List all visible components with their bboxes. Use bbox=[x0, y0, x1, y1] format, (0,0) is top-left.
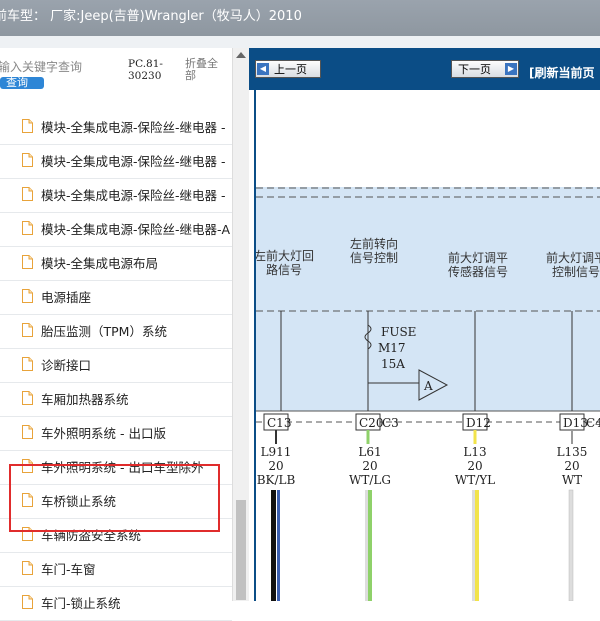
window-title: 前车型： 厂家:Jeep(吉普)Wrangler（牧马人）2010 bbox=[0, 9, 302, 24]
wire-white bbox=[472, 490, 475, 601]
highlight-box bbox=[9, 464, 220, 532]
query-button[interactable]: 查询 bbox=[0, 77, 44, 89]
signal-label: 信号控制 bbox=[350, 251, 398, 265]
signal-label: 左前大灯回 bbox=[256, 248, 314, 263]
wiring-diagram: 左前大灯回 路信号 左前转向 信号控制 前大灯调平 传感器信号 前大灯调平 控制… bbox=[254, 90, 600, 601]
tree-item[interactable]: 车门-车窗 bbox=[0, 552, 232, 587]
wire-color: WT/YL bbox=[455, 473, 495, 487]
signal-label: 路信号 bbox=[266, 262, 302, 277]
title-separator bbox=[0, 36, 600, 48]
tree-item[interactable]: 车门-锁止系统 bbox=[0, 586, 232, 621]
left-scrollbar[interactable] bbox=[232, 48, 249, 601]
tree-item-label: 模块-全集成电源-保险丝-继电器 - bbox=[41, 154, 226, 169]
arrow-right-icon: ▶ bbox=[505, 63, 517, 75]
fuse-id: M17 bbox=[378, 341, 406, 355]
tree-item-label: 电源插座 bbox=[41, 290, 92, 305]
wire-color: WT bbox=[562, 473, 582, 487]
signal-label: 前大灯调平 bbox=[546, 250, 600, 265]
wire-lightgreen bbox=[368, 490, 372, 601]
refresh-page-link[interactable]: [刷新当前页 bbox=[529, 64, 595, 81]
tree-item[interactable]: 模块-全集成电源布局 bbox=[0, 246, 232, 281]
tree-item-label: 车外照明系统 - 出口版 bbox=[41, 426, 166, 441]
wire-gauge: 20 bbox=[564, 459, 579, 473]
document-icon bbox=[22, 187, 33, 201]
wire-circuit: L135 bbox=[557, 445, 588, 459]
search-input[interactable]: 输入关键字查询 bbox=[0, 58, 82, 75]
tree-item-label: 模块-全集成电源-保险丝-继电器 - bbox=[41, 120, 226, 135]
tree-item[interactable]: 模块-全集成电源-保险丝-继电器 - bbox=[0, 144, 232, 179]
diagram-pane: ◀ 上一页 下一页 ▶ [刷新当前页 左前大灯回 路信号 左前转向 信号控制 前… bbox=[249, 48, 600, 601]
signal-label: 控制信号 bbox=[552, 265, 600, 279]
tree-item-label: 模块-全集成电源布局 bbox=[41, 256, 159, 271]
wire-color: WT/LG bbox=[349, 473, 391, 487]
tree-item[interactable]: 模块-全集成电源-保险丝-继电器 - bbox=[0, 110, 232, 145]
document-icon bbox=[22, 357, 33, 371]
connector-label: C20 bbox=[359, 416, 383, 430]
prev-page-label: 上一页 bbox=[274, 63, 307, 76]
tree-item-label: 车门-车窗 bbox=[41, 562, 96, 577]
wire-gauge: 20 bbox=[362, 459, 377, 473]
tree-item[interactable]: 胎压监测（TPM）系统 bbox=[0, 314, 232, 349]
signal-label: 左前转向 bbox=[350, 236, 398, 251]
wire-yellow bbox=[475, 490, 479, 601]
document-icon bbox=[22, 323, 33, 337]
tree-item[interactable]: 诊断接口 bbox=[0, 348, 232, 383]
tree-item[interactable]: 车外照明系统 - 出口版 bbox=[0, 416, 232, 451]
tree-item-label: 诊断接口 bbox=[41, 358, 92, 373]
search-row: 输入关键字查询 查询 PC.81-30230 折叠全部 bbox=[0, 48, 232, 92]
document-icon bbox=[22, 391, 33, 405]
tree-item[interactable]: 模块-全集成电源-保险丝-继电器 - bbox=[0, 178, 232, 213]
scroll-thumb[interactable] bbox=[236, 500, 246, 600]
pc-code: PC.81-30230 bbox=[128, 58, 163, 82]
document-icon bbox=[22, 153, 33, 167]
wire-color: BK/LB bbox=[257, 473, 296, 487]
wire-circuit: L13 bbox=[463, 445, 486, 459]
wire-gauge: 20 bbox=[467, 459, 482, 473]
buffer-label: A bbox=[423, 379, 433, 393]
tree-item[interactable]: 车厢加热器系统 bbox=[0, 382, 232, 417]
tree-item-label: 模块-全集成电源-保险丝-继电器-A bbox=[41, 222, 231, 237]
wire-circuit: L61 bbox=[358, 445, 381, 459]
window-title-bar: 前车型： 厂家:Jeep(吉普)Wrangler（牧马人）2010 bbox=[0, 0, 600, 36]
next-page-button[interactable]: 下一页 ▶ bbox=[451, 60, 519, 78]
connector-label: C3 bbox=[382, 416, 399, 430]
scroll-up-arrow-icon[interactable] bbox=[236, 52, 246, 58]
tree-item-label: 胎压监测（TPM）系统 bbox=[41, 324, 167, 339]
tree-item[interactable]: 电源插座 bbox=[0, 280, 232, 315]
wiring-diagram-canvas: 左前大灯回 路信号 左前转向 信号控制 前大灯调平 传感器信号 前大灯调平 控制… bbox=[256, 187, 600, 601]
next-page-label: 下一页 bbox=[458, 63, 491, 76]
wire-black bbox=[271, 490, 276, 601]
connector-label: C13 bbox=[267, 416, 291, 430]
arrow-left-icon: ◀ bbox=[257, 63, 269, 75]
wire-lightblue-stripe bbox=[277, 490, 280, 601]
connector-label: D12 bbox=[466, 416, 491, 430]
document-icon bbox=[22, 425, 33, 439]
wire-white bbox=[568, 489, 574, 601]
fuse-rating: 15A bbox=[381, 357, 405, 371]
document-icon bbox=[22, 289, 33, 303]
page-nav-bar: ◀ 上一页 下一页 ▶ [刷新当前页 bbox=[249, 48, 600, 90]
signal-label: 传感器信号 bbox=[448, 264, 508, 279]
wire-white bbox=[365, 490, 368, 601]
prev-page-button[interactable]: ◀ 上一页 bbox=[255, 60, 321, 78]
tree-item-label: 车厢加热器系统 bbox=[41, 392, 129, 407]
tree-item-label: 车门-锁止系统 bbox=[41, 596, 121, 611]
collapse-all-button[interactable]: 折叠全部 bbox=[185, 58, 223, 82]
wire-gauge: 20 bbox=[268, 459, 283, 473]
fuse-label: FUSE bbox=[381, 325, 416, 339]
tree-item[interactable]: 模块-全集成电源-保险丝-继电器-A bbox=[0, 212, 232, 247]
left-pane: 输入关键字查询 查询 PC.81-30230 折叠全部 模块-全集成电源-保险丝… bbox=[0, 48, 249, 621]
wire-circuit: L911 bbox=[261, 445, 292, 459]
document-icon bbox=[22, 255, 33, 269]
signal-label: 前大灯调平 bbox=[448, 250, 508, 265]
connector-label: C4 bbox=[586, 416, 600, 430]
document-icon bbox=[22, 119, 33, 133]
document-icon bbox=[22, 595, 33, 609]
tree-item-label: 模块-全集成电源-保险丝-继电器 - bbox=[41, 188, 226, 203]
connector-label: D13 bbox=[563, 416, 588, 430]
document-icon bbox=[22, 561, 33, 575]
document-icon bbox=[22, 221, 33, 235]
